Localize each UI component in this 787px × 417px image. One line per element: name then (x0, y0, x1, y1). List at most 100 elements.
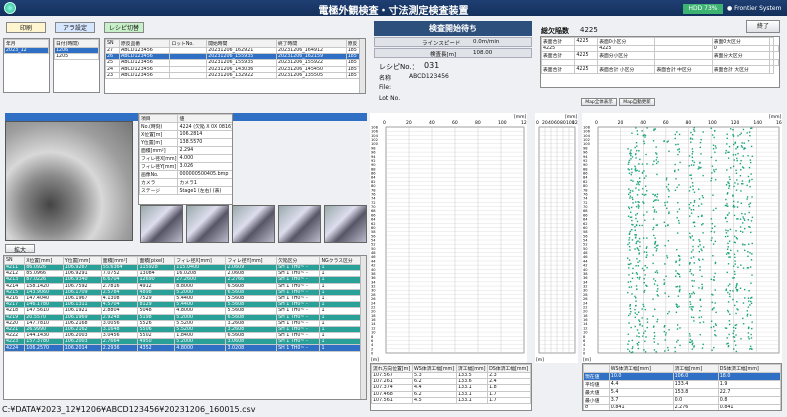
defect-point (638, 224, 641, 227)
map-show-all-button[interactable]: Map全体表示 (581, 98, 617, 106)
defect-point (730, 249, 732, 252)
defect-thumbnail[interactable] (140, 205, 183, 243)
defect-point (652, 193, 654, 196)
detail-row[interactable]: フィレ径X[mm] 4.000 (139, 154, 232, 163)
defect-point (630, 286, 633, 288)
stats-row-cell: σ (583, 403, 610, 410)
detail-row[interactable]: No.(時刻) 4224 (欠陥 X 0X 0816) (139, 122, 232, 131)
defect-row-header: NGクラス区分 (319, 256, 366, 265)
print-button[interactable]: 印刷 (6, 22, 46, 33)
defect-point (656, 156, 658, 159)
defect-thumbnail[interactable] (232, 205, 275, 243)
defect-point (746, 310, 748, 312)
day-item[interactable]: 1205 (54, 53, 99, 61)
defect-summary-row[interactable]: 表面合計 4225 表面0小区分 表面0大区分 (541, 37, 779, 46)
defect-point (657, 161, 659, 163)
defect-point (692, 204, 695, 207)
stats-row[interactable]: 平均値 4.4 133.4 1.9 (583, 380, 781, 389)
defect-point (715, 207, 717, 210)
defect-point (693, 128, 695, 131)
defect-thumbnail[interactable] (186, 205, 229, 243)
lot-row[interactable]: 23 ABCD123456 20231206_132922 20231206_1355… (105, 71, 365, 79)
defect-point (732, 135, 735, 137)
recipe-switch-button[interactable]: レシピ切替 (104, 22, 144, 33)
lot-row-cell: 23 (105, 71, 120, 79)
defect-point (701, 249, 703, 252)
defect-point (735, 189, 738, 191)
defect-point (698, 316, 700, 319)
defect-point (699, 240, 701, 243)
defect-thumbnail[interactable] (324, 205, 367, 243)
defect-point (746, 198, 748, 200)
defect-point (729, 313, 731, 316)
stats-row[interactable]: σ 0.841 2.276 0.841 (583, 403, 781, 410)
detail-row[interactable]: ステージ Stage1 (左右) (表) (139, 186, 232, 195)
defect-point (653, 349, 656, 351)
detail-row[interactable]: カメラ カメラ1 (139, 178, 232, 187)
defect-point (751, 327, 753, 330)
defect-point (710, 156, 713, 159)
detail-row[interactable]: 面積[mm²] 2.294 (139, 146, 232, 155)
year-item[interactable]: 2023_12 (4, 46, 49, 55)
defect-point (711, 293, 713, 296)
defect-point (636, 220, 639, 223)
defect-list-scrollbar[interactable] (360, 256, 366, 399)
defect-thumbnail[interactable] (278, 205, 321, 243)
defect-row[interactable]: 4224 106.2570 106.2014 2.2936 4352 4.8000 3.02… (4, 344, 366, 352)
defect-point (727, 342, 729, 345)
defect-point (634, 237, 637, 239)
defect-point (743, 288, 746, 291)
stats-row[interactable]: 最小値 3.7 0.0 0.8 (583, 396, 781, 405)
detail-row-cell: 4.000 (177, 154, 232, 163)
defect-point (748, 166, 751, 169)
stats-row[interactable]: 最大値 5.4 153.8 22.7 (583, 388, 781, 397)
lot-table[interactable]: SN 原反品番 ロットNo. 開始時間 終了時間 原反 27 ABCD123456 202312… (104, 38, 366, 94)
defect-image-large[interactable] (5, 121, 133, 241)
defect-point (639, 245, 641, 248)
defect-list-table[interactable]: SN X位置[mm] Y位置[mm] 面積[mm²] 面積[pixel] フィレ径X[mm… (3, 255, 367, 400)
defect-point (743, 217, 745, 220)
defect-point (643, 177, 646, 179)
defect-point (714, 329, 716, 332)
x-tick-label: 40 (548, 120, 554, 126)
detail-row[interactable]: 画像No. 000000500405.bmp (139, 170, 232, 179)
defect-point (739, 162, 742, 165)
defect-point (653, 160, 655, 162)
defect-point (666, 257, 669, 259)
defect-point (627, 291, 629, 294)
measure-row[interactable]: 107.561 4.5 133.1 1.7 (371, 396, 531, 404)
defect-point (737, 152, 739, 155)
defect-point (728, 212, 730, 214)
defect-point (749, 134, 751, 137)
defect-row-cell: 4.8000 (174, 344, 227, 352)
defect-point (656, 320, 658, 323)
exit-button[interactable]: 終了 (746, 20, 780, 33)
defect-point (664, 350, 666, 352)
defect-point (692, 256, 695, 258)
map-auto-update-button[interactable]: Map自動更新 (619, 98, 655, 106)
measurement-table: 流れ方向位置[m] WS体済工幅[mm] 済工幅[mm] DS体済工幅[mm] 107.… (370, 363, 532, 411)
alarm-settings-button[interactable]: アラ設定 (55, 22, 95, 33)
defect-summary-row[interactable]: 表面合計 4225 表面合計 小区分 表面合計 中区分 表面合計 大区分 (541, 65, 779, 75)
detail-row[interactable]: Y位置[m] 138.5570 (139, 138, 232, 147)
detail-row-cell: 4224 (欠陥 X 0X 0816) (177, 122, 232, 131)
defect-point (635, 157, 637, 159)
defect-point (646, 254, 648, 256)
day-list[interactable]: 日付(時間) 1206 1205 (53, 38, 100, 93)
detail-row[interactable]: フィレ径Y[mm] 3.026 (139, 162, 232, 171)
stats-row[interactable]: 現在値 10.0 106.0 18.0 (583, 372, 781, 381)
detail-row[interactable]: X位置[m] 106.2814 (139, 130, 232, 139)
defect-point (728, 333, 730, 336)
defect-point (664, 204, 666, 207)
zoom-button[interactable]: 拡大 (5, 244, 35, 254)
defect-point (727, 301, 730, 303)
defect-point (627, 243, 629, 246)
defect-point (727, 263, 730, 265)
defect-point (740, 145, 743, 147)
lot-table-scrollbar[interactable] (359, 39, 365, 93)
hdd-usage-badge: HDD 73% (683, 4, 723, 14)
year-list[interactable]: 年月 2023_12 (3, 38, 50, 93)
defect-point (691, 160, 694, 162)
defect-summary-row[interactable]: 表面合計 4225 表面分小区分 表面分大区分 (541, 51, 779, 61)
defect-point (692, 249, 694, 251)
